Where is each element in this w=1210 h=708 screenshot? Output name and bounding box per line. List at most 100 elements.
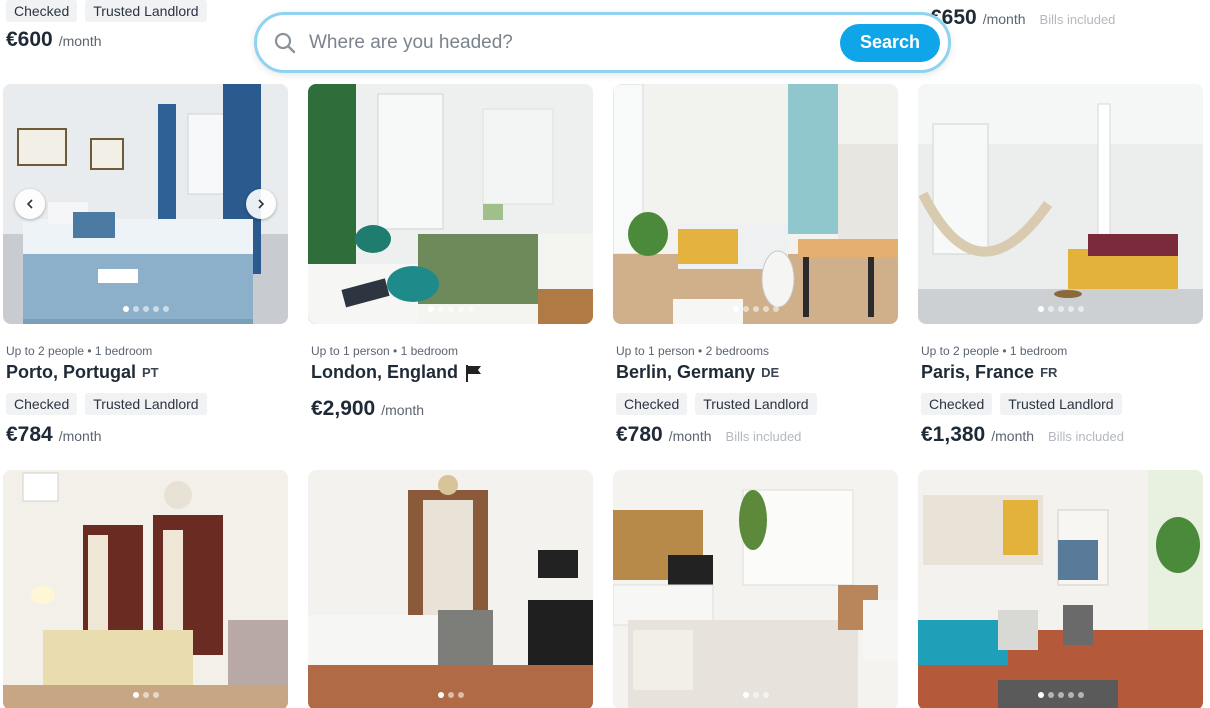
listing-photo[interactable] [3,84,288,324]
pagination-dot[interactable] [1047,306,1054,312]
listing-card[interactable]: Up to 2 people • 1 bedroom Porto, Portug… [3,84,288,447]
pagination-dot[interactable] [1047,692,1054,698]
tag-list: Checked Trusted Landlord [6,393,285,415]
bedroom-photo [308,470,593,708]
pagination-dot[interactable] [762,692,769,698]
flag-icon [465,364,481,382]
pagination-dot[interactable] [1067,306,1074,312]
checked-tag: Checked [6,393,78,415]
listing-photo[interactable] [918,470,1203,708]
pagination-dot[interactable] [762,306,769,312]
pagination-dot[interactable] [152,306,159,312]
bedroom-photo [3,470,288,708]
pagination-dot[interactable] [132,692,139,698]
pagination-dot[interactable] [752,692,759,698]
trusted-landlord-tag: Trusted Landlord [1000,393,1122,415]
listing-photo[interactable] [308,84,593,324]
pagination-dot[interactable] [447,692,454,698]
pagination-dot[interactable] [427,306,434,312]
pagination-dot[interactable] [437,306,444,312]
search-button[interactable]: Search [840,23,940,62]
listing-photo[interactable] [3,470,288,708]
pagination-dot[interactable] [467,306,474,312]
listing-card[interactable]: Up to 2 people • 1 bedroom Paris, France… [918,84,1203,447]
chevron-left-icon [26,199,33,209]
pagination-dot[interactable] [1037,306,1044,312]
pagination-dot[interactable] [1077,692,1084,698]
pagination-dot[interactable] [1057,692,1064,698]
listing-city[interactable]: London, England [311,362,590,383]
price-period: /month [982,11,1026,27]
search-input[interactable] [309,31,840,54]
listing-card[interactable] [3,470,288,708]
pagination-dot[interactable] [1067,692,1074,698]
pagination-dot[interactable] [1037,692,1044,698]
photo-pagination-dots [1037,692,1084,698]
pagination-dot[interactable] [1057,306,1064,312]
price: €600 [6,28,53,51]
previous-photo-button[interactable] [15,189,45,219]
listing-photo[interactable] [613,470,898,708]
capacity-info: Up to 1 person • 2 bedrooms [616,344,769,358]
bills-included-label: Bills included [725,429,802,444]
pagination-dot[interactable] [142,306,149,312]
next-photo-button[interactable] [246,189,276,219]
capacity-info: Up to 2 people • 1 bedroom [921,344,1068,358]
pagination-dot[interactable] [742,306,749,312]
price: €1,380 [921,423,986,446]
listing-city[interactable]: Paris, France FR [921,362,1200,383]
country-code: DE [761,365,780,380]
listing-city[interactable]: Porto, Portugal PT [6,362,285,383]
photo-pagination-dots [122,306,169,312]
tag-list: Checked Trusted Landlord [616,393,895,415]
listing-city[interactable]: Berlin, Germany DE [616,362,895,383]
listing-card-partial[interactable]: Checked Trusted Landlord €600 /month [6,0,207,52]
city-name: Paris, France [921,362,1035,382]
price: €2,900 [311,397,376,420]
living-room-photo [918,84,1203,324]
pagination-dot[interactable] [1077,306,1084,312]
pagination-dot[interactable] [772,306,779,312]
search-icon [274,32,296,53]
pagination-dot[interactable] [132,306,139,312]
capacity-info: Up to 1 person • 1 bedroom [311,344,458,358]
pagination-dot[interactable] [732,306,739,312]
pagination-dot[interactable] [122,306,129,312]
price-period: /month [58,428,102,444]
search-bar: Search [254,12,951,73]
bedroom-photo [613,470,898,708]
pagination-dot[interactable] [457,692,464,698]
listing-card[interactable]: Up to 1 person • 2 bedrooms Berlin, Germ… [613,84,898,447]
pagination-dot[interactable] [152,692,159,698]
photo-pagination-dots [132,692,159,698]
pagination-dot[interactable] [447,306,454,312]
pagination-dot[interactable] [162,306,169,312]
listing-photo[interactable] [918,84,1203,324]
listing-card-partial[interactable]: €650 /month Bills included [930,6,1115,30]
trusted-landlord-tag: Trusted Landlord [85,0,207,22]
bills-included-label: Bills included [1039,12,1116,27]
bedroom-photo [918,470,1203,708]
checked-tag: Checked [616,393,688,415]
listing-photo[interactable] [613,84,898,324]
country-code: PT [142,365,159,380]
photo-pagination-dots [427,306,474,312]
pagination-dot[interactable] [437,692,444,698]
trusted-landlord-tag: Trusted Landlord [85,393,207,415]
tag-list: Checked Trusted Landlord [921,393,1200,415]
checked-tag: Checked [6,0,78,22]
pagination-dot[interactable] [457,306,464,312]
listing-card[interactable] [308,470,593,708]
listing-photo[interactable] [308,470,593,708]
bedroom-photo [613,84,898,324]
bedroom-photo [308,84,593,324]
pagination-dot[interactable] [752,306,759,312]
listing-card[interactable] [613,470,898,708]
listing-card[interactable] [918,470,1203,708]
photo-pagination-dots [742,692,769,698]
checked-tag: Checked [921,393,993,415]
pagination-dot[interactable] [742,692,749,698]
listing-card[interactable]: Up to 1 person • 1 bedroom London, Engla… [308,84,593,421]
pagination-dot[interactable] [142,692,149,698]
capacity-info: Up to 2 people • 1 bedroom [6,344,153,358]
